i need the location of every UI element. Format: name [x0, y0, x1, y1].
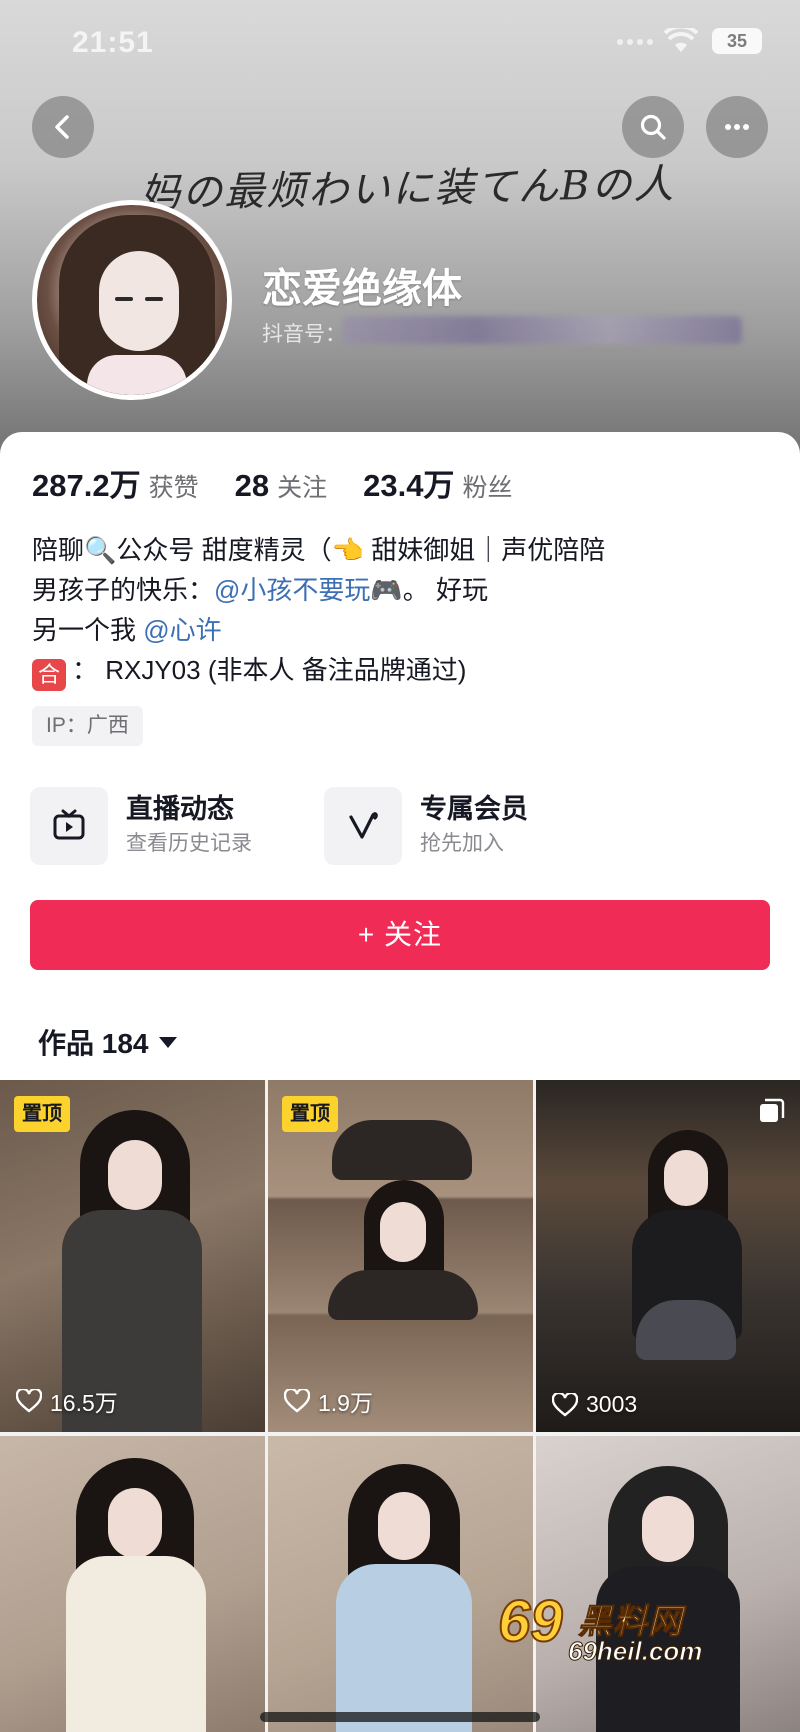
search-button[interactable]: [622, 96, 684, 158]
heart-icon: [16, 1389, 42, 1413]
video-likes: 3003: [552, 1391, 637, 1418]
more-button[interactable]: [706, 96, 768, 158]
status-bar: 21:51 35: [0, 0, 800, 88]
entry-title: 直播动态: [126, 794, 234, 824]
video-tile[interactable]: [268, 1436, 533, 1732]
ip-location-tag: IP：广西: [32, 706, 143, 746]
entry-title: 专属会员: [420, 794, 528, 824]
douyin-id-label: 抖音号：: [262, 323, 346, 346]
bio-text: ： RXJY03 (非本人 备注品牌通过): [72, 655, 467, 685]
bio-line: 男孩子的快乐：@小孩不要玩🎮。 好玩: [32, 570, 772, 610]
video-tile[interactable]: [0, 1436, 265, 1732]
chevron-left-icon: [55, 115, 69, 139]
wifi-icon: [664, 28, 698, 52]
video-likes: 16.5万: [16, 1384, 118, 1418]
video-tile[interactable]: [536, 1436, 800, 1732]
multi-image-icon: [760, 1098, 785, 1122]
video-tile[interactable]: 3003: [536, 1080, 800, 1432]
works-tab[interactable]: 作品 184: [38, 1022, 177, 1062]
douyin-id-redacted: [342, 316, 742, 344]
cellular-signal-icon: [617, 39, 653, 45]
mention-link[interactable]: @小孩不要玩🎮: [214, 575, 403, 605]
profile-bio: 陪聊🔍公众号 甜度精灵（👈 甜妹御姐｜声优陪陪 男孩子的快乐：@小孩不要玩🎮。 …: [32, 530, 772, 691]
bio-text: 另一个我: [32, 615, 137, 645]
entry-subtitle: 查看历史记录: [126, 832, 252, 855]
site-watermark: 69 黑料网 69heil.com: [497, 1588, 760, 1668]
works-tab-label: 作品 184: [38, 1028, 149, 1059]
watermark-number: 69: [497, 1588, 564, 1655]
membership-entry[interactable]: 专属会员 抢先加入: [324, 784, 528, 868]
back-button[interactable]: [32, 96, 94, 158]
v-icon: [324, 787, 402, 865]
profile-stats: 287.2万 获赞 28 关注 23.4万 粉丝: [32, 460, 548, 505]
bio-line: 陪聊🔍公众号 甜度精灵（👈 甜妹御姐｜声优陪陪: [32, 535, 606, 565]
video-likes-count: 16.5万: [50, 1390, 118, 1416]
video-tile[interactable]: 置顶 1.9万: [268, 1080, 533, 1432]
following-count[interactable]: 28: [235, 468, 269, 504]
caret-down-icon: [158, 1036, 177, 1048]
profile-nickname: 恋爱绝缘体: [262, 267, 462, 311]
video-tile[interactable]: 置顶 16.5万: [0, 1080, 265, 1432]
status-time: 21:51: [72, 26, 154, 59]
mention-link[interactable]: @心许: [143, 615, 221, 645]
more-dots-icon: [725, 124, 749, 130]
search-icon: [640, 114, 666, 140]
home-indicator[interactable]: [260, 1712, 540, 1722]
tv-icon: [30, 787, 108, 865]
entry-subtitle: 抢先加入: [420, 832, 504, 855]
video-likes: 1.9万: [284, 1384, 373, 1418]
heart-icon: [284, 1389, 310, 1413]
pinned-badge: 置顶: [14, 1096, 70, 1132]
profile-banner: 21:51 35 妈の最烦わいに装てんBの人 恋爱绝缘体 抖音号：: [0, 0, 800, 470]
likes-count[interactable]: 287.2万: [32, 460, 141, 505]
following-label: 关注: [277, 474, 328, 502]
followers-count[interactable]: 23.4万: [363, 460, 454, 505]
collab-tag-icon: 合: [32, 659, 66, 691]
video-likes-count: 3003: [586, 1391, 638, 1417]
battery-indicator: 35: [712, 28, 762, 54]
bio-line: 合： RXJY03 (非本人 备注品牌通过): [32, 650, 772, 691]
pinned-badge: 置顶: [282, 1096, 338, 1132]
video-likes-count: 1.9万: [318, 1390, 373, 1416]
banner-handwritten-title: 妈の最烦わいに装てんBの人: [139, 161, 676, 217]
profile-card: 287.2万 获赞 28 关注 23.4万 粉丝 陪聊🔍公众号 甜度精灵（👈 甜…: [0, 432, 800, 1080]
likes-label: 获赞: [148, 474, 199, 502]
heart-icon: [552, 1392, 578, 1417]
follow-button[interactable]: + 关注: [30, 900, 770, 970]
followers-label: 粉丝: [462, 474, 513, 502]
live-history-entry[interactable]: 直播动态 查看历史记录: [30, 784, 252, 868]
bio-text: 男孩子的快乐：: [32, 575, 215, 605]
bio-text: 。 好玩: [402, 575, 489, 605]
bio-line: 另一个我 @心许: [32, 610, 772, 650]
watermark-url: 69heil.com: [567, 1636, 703, 1667]
avatar[interactable]: [32, 200, 232, 400]
